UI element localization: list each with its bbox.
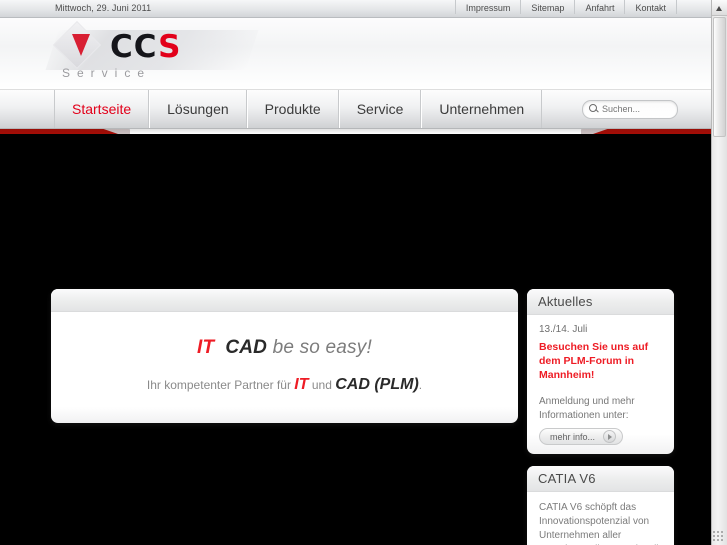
page-content-area: IT CAD be so easy! Ihr kompetenter Partn… (0, 134, 711, 545)
panel-aktuelles-header: Aktuelles (527, 289, 674, 315)
hero-slogan: IT CAD be so easy! (197, 337, 372, 359)
logo-wordmark-main: CC (110, 29, 159, 65)
hero-subtitle-mid: und (311, 377, 332, 392)
hero-subtitle-suffix: . (418, 377, 423, 392)
browser-viewport: Mittwoch, 29. Juni 2011 Impressum Sitema… (0, 0, 727, 545)
news-text: Anmeldung und mehr Informationen unter: (539, 396, 635, 421)
logo-wordmark-accent: S (158, 29, 182, 65)
panel-catia-body: CATIA V6 schöpft das Innovationspotenzia… (527, 492, 674, 545)
main-navigation: Startseite Lösungen Produkte Service Unt… (0, 89, 711, 129)
resize-grip-icon[interactable] (712, 530, 725, 543)
navigation-bar-wrapper: Startseite Lösungen Produkte Service Unt… (0, 89, 711, 134)
hero-slogan-it: IT (197, 336, 215, 358)
scroll-up-arrow-icon[interactable] (712, 0, 727, 16)
search-area (582, 90, 678, 128)
logo-band: CCS Service (0, 18, 711, 89)
nav-item-loesungen[interactable]: Lösungen (149, 90, 247, 128)
hero-subtitle-it: IT (294, 375, 309, 393)
nav-item-unternehmen[interactable]: Unternehmen (421, 90, 543, 128)
hero-subtitle-cad: CAD (PLM) (335, 375, 419, 393)
panel-catia-header: CATIA V6 (527, 466, 674, 492)
search-icon (589, 104, 597, 112)
vertical-scrollbar[interactable] (711, 0, 727, 545)
hero-subtitle-prefix: Ihr kompetenter Partner für (146, 377, 291, 392)
scrollbar-thumb[interactable] (713, 17, 726, 137)
search-box[interactable] (582, 99, 678, 119)
nav-item-produkte[interactable]: Produkte (246, 90, 339, 128)
hero-slogan-cad: CAD (225, 336, 268, 358)
more-info-label: mehr info... (550, 431, 596, 442)
panel-aktuelles-body: 13./14. Juli Besuchen Sie uns auf dem PL… (527, 315, 674, 423)
site-logo[interactable]: CCS Service (45, 20, 312, 84)
panel-aktuelles-title: Aktuelles (538, 294, 593, 309)
logo-tagline: Service (62, 66, 152, 80)
link-anfahrt[interactable]: Anfahrt (574, 0, 624, 14)
hero-panel: IT CAD be so easy! Ihr kompetenter Partn… (51, 289, 518, 423)
search-input[interactable] (600, 103, 674, 115)
web-page: Mittwoch, 29. Juni 2011 Impressum Sitema… (0, 0, 711, 545)
utility-links: Impressum Sitemap Anfahrt Kontakt (454, 0, 677, 17)
nav-left-spacer (0, 90, 54, 128)
current-date-label: Mittwoch, 29. Juni 2011 (55, 3, 152, 13)
panel-catia-v6: CATIA V6 CATIA V6 schöpft das Innovation… (527, 466, 674, 545)
hero-slogan-rest: be so easy! (272, 336, 372, 358)
news-date: 13./14. Juli (539, 324, 588, 335)
logo-wordmark: CCS (110, 30, 181, 64)
top-utility-bar: Mittwoch, 29. Juni 2011 Impressum Sitema… (0, 0, 711, 18)
nav-item-service[interactable]: Service (338, 90, 422, 128)
arrow-right-circle-icon (603, 430, 617, 443)
red-triangle-icon (72, 34, 90, 56)
link-impressum[interactable]: Impressum (454, 0, 521, 14)
news-headline: Besuchen Sie uns auf dem PLM-Forum in Ma… (539, 341, 649, 381)
scroll-up-arrow-glyph (716, 6, 722, 11)
hero-panel-header (51, 289, 518, 312)
panel-catia-title: CATIA V6 (538, 471, 596, 486)
catia-text: CATIA V6 schöpft das Innovationspotenzia… (539, 502, 661, 545)
nav-item-startseite[interactable]: Startseite (54, 90, 150, 128)
hero-subtitle: Ihr kompetenter Partner für IT und CAD (… (147, 376, 422, 394)
link-sitemap[interactable]: Sitemap (520, 0, 574, 14)
link-kontakt[interactable]: Kontakt (624, 0, 677, 14)
panel-aktuelles: Aktuelles 13./14. Juli Besuchen Sie uns … (527, 289, 674, 454)
more-info-button-aktuelles[interactable]: mehr info... (539, 428, 624, 445)
hero-panel-body: IT CAD be so easy! Ihr kompetenter Partn… (51, 312, 518, 422)
